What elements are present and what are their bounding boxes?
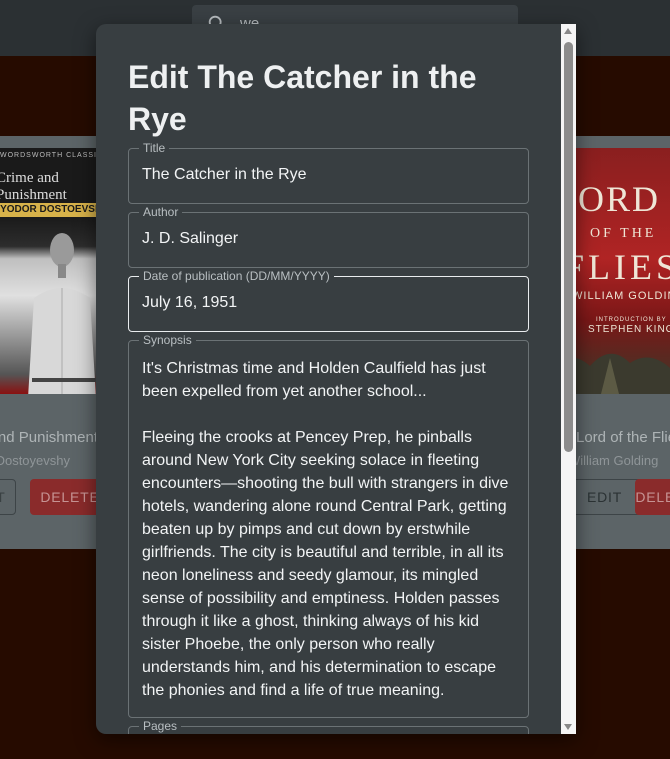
cover-title: FLIES (564, 247, 670, 287)
edit-book-dialog: Edit The Catcher in the Rye Title The Ca… (96, 24, 576, 734)
cover-title: Crime and Punishment (0, 170, 67, 203)
pages-field-label: Pages (139, 719, 182, 733)
publication-date-field-value: July 16, 1951 (142, 294, 238, 311)
pages-field[interactable]: Pages (128, 719, 529, 734)
cover-author: WILLIAM GOLDING (572, 290, 670, 302)
title-field-label: Title (139, 141, 170, 155)
synopsis-field-value: It's Christmas time and Holden Caulfield… (142, 360, 509, 699)
publication-date-field[interactable]: Date of publication (DD/MM/YYYY) July 16… (128, 269, 529, 332)
publication-date-field-label: Date of publication (DD/MM/YYYY) (139, 269, 334, 283)
cover-series: WORDSWORTH CLASSICS (0, 152, 109, 159)
book-author: Fyodor Dostoyevshy (0, 453, 70, 468)
scroll-down-arrow-icon[interactable] (564, 724, 572, 730)
scroll-up-arrow-icon[interactable] (564, 28, 572, 34)
book-author: William Golding (568, 453, 659, 468)
dialog-title: Edit The Catcher in the Rye (128, 59, 477, 137)
book-title: Lord of the Flies (576, 429, 670, 446)
cover-figure-illustration (28, 233, 96, 394)
author-field[interactable]: Author J. D. Salinger (128, 205, 529, 268)
delete-button[interactable]: DELETE (635, 479, 670, 515)
dialog-scrollbar[interactable] (561, 24, 576, 734)
author-field-label: Author (139, 205, 183, 219)
edit-button[interactable]: EDIT (0, 479, 16, 515)
synopsis-field[interactable]: Synopsis It's Christmas time and Holden … (128, 333, 529, 718)
cover-author: FYODOR DOSTOEVSKY (0, 204, 109, 215)
title-field-value: The Catcher in the Rye (142, 166, 307, 183)
cover-intro: INTRODUCTION BY (596, 317, 667, 323)
title-field[interactable]: Title The Catcher in the Rye (128, 141, 529, 204)
cover-title: OF THE (590, 226, 657, 241)
edit-button[interactable]: EDIT (566, 479, 643, 515)
scrollbar-thumb[interactable] (564, 42, 573, 452)
author-field-value: J. D. Salinger (142, 230, 239, 247)
book-title: Crime and Punishment (0, 429, 98, 446)
synopsis-field-label: Synopsis (139, 333, 196, 347)
cover-intro-name: STEPHEN KING (588, 324, 670, 335)
